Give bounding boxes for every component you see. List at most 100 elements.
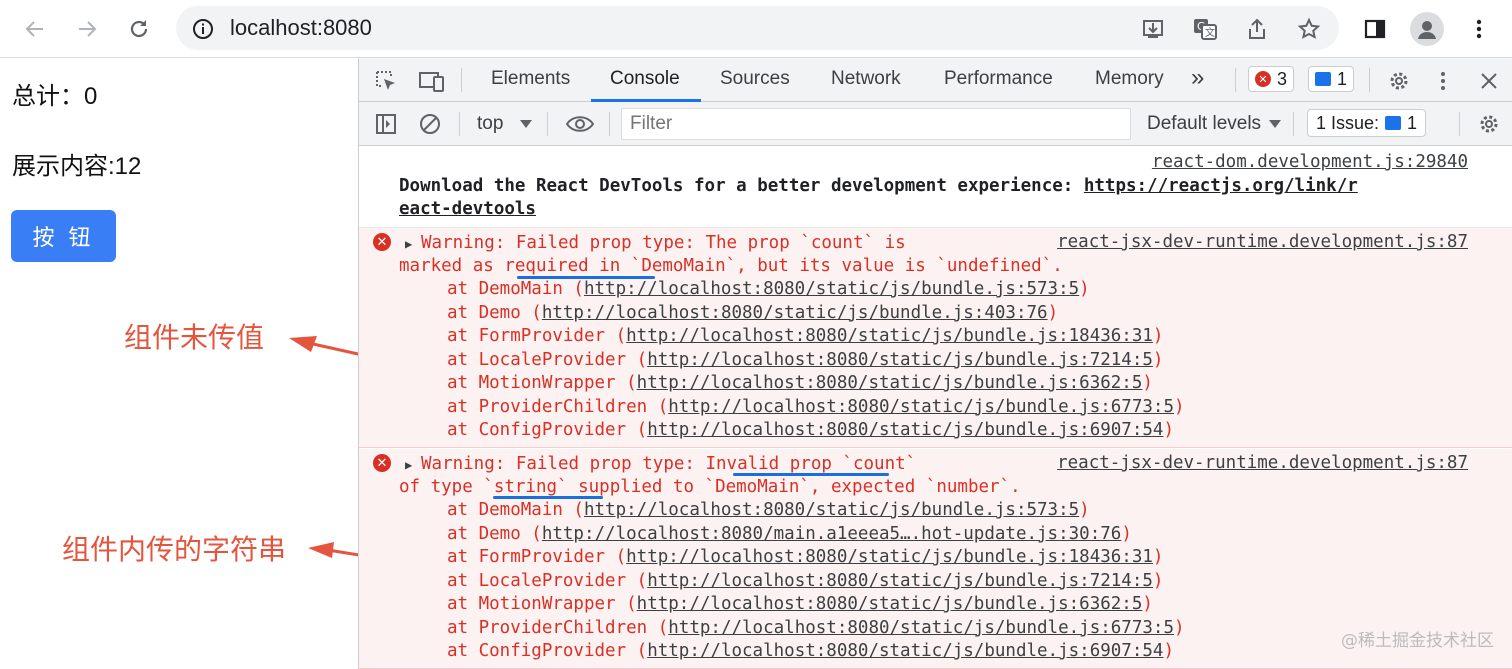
stack-frame: at MotionWrapper (http://localhost:8080/… [447, 372, 1153, 395]
kebab-menu-icon[interactable] [1464, 14, 1494, 44]
stack-frame-end: ) [1079, 500, 1090, 520]
annotation-string-value: 组件内传的字符串 [62, 534, 287, 565]
stack-frame-function: at ConfigProvider ( [447, 641, 648, 661]
stack-frame-end: ) [1152, 570, 1164, 591]
stack-frame: at DemoMain (http://localhost:8080/stati… [447, 278, 1090, 301]
side-panel-icon[interactable] [1360, 14, 1390, 44]
filter-input[interactable] [621, 108, 1131, 140]
stack-frame-end: ) [1163, 420, 1174, 440]
stack-frame-url[interactable]: http://localhost:8080/static/js/bundle.j… [637, 373, 1143, 393]
stack-frame-url[interactable]: http://localhost:8080/static/js/bundle.j… [626, 547, 1153, 567]
translate-icon[interactable]: G文 [1192, 16, 1218, 42]
stack-frame-url[interactable]: http://localhost:8080/static/js/bundle.j… [668, 618, 1174, 638]
stack-frame: at DemoMain (http://localhost:8080/stati… [447, 499, 1090, 522]
levels-chevron-down-icon[interactable] [1268, 114, 1282, 134]
annotation-no-value: 组件未传值 [124, 322, 265, 353]
close-icon[interactable] [1475, 67, 1503, 95]
expand-triangle-icon[interactable]: ▶ [405, 237, 412, 251]
stack-frame: at LocaleProvider (http://localhost:8080… [447, 349, 1163, 372]
warning-text-cont: of type `string` supplied to `DemoMain`,… [399, 477, 1021, 497]
clear-console-icon[interactable] [417, 111, 443, 137]
stack-frame-url[interactable]: http://localhost:8080/static/js/bundle.j… [647, 420, 1163, 440]
stack-frame-function: at MotionWrapper ( [447, 373, 637, 393]
error-icon: ✕ [373, 454, 391, 472]
stack-frame-function: at ProviderChildren ( [447, 396, 669, 417]
stack-frame-end: ) [1174, 396, 1185, 417]
action-button[interactable]: 按 钮 [11, 210, 116, 262]
bookmark-star-icon[interactable] [1296, 16, 1322, 42]
more-tabs-icon[interactable]: » [1191, 64, 1204, 92]
tab-network[interactable]: Network [831, 68, 901, 90]
forward-arrow-icon[interactable] [72, 14, 102, 44]
chevron-down-icon[interactable] [519, 114, 533, 134]
info-text: Download the React DevTools for a better… [399, 175, 1358, 198]
devtools-menu-icon[interactable] [1431, 67, 1455, 95]
install-icon[interactable] [1140, 16, 1166, 42]
device-toolbar-icon[interactable] [417, 68, 447, 94]
site-info-icon[interactable] [190, 16, 216, 42]
stack-frame-url[interactable]: http://localhost:8080/static/js/bundle.j… [584, 279, 1079, 299]
highlight-underline [733, 473, 889, 476]
stack-frame-end: ) [1047, 302, 1059, 323]
warning-text-cont: marked as required in `DemoMain`, but it… [399, 256, 1063, 276]
stack-frame: at FormProvider (http://localhost:8080/s… [447, 546, 1163, 569]
tab-performance[interactable]: Performance [944, 68, 1053, 90]
url-text[interactable]: localhost:8080 [230, 15, 372, 41]
warning-text: Warning: Failed prop type: The prop `cou… [421, 233, 906, 253]
message-count-badge[interactable]: 1 [1308, 66, 1355, 92]
log-levels-dropdown[interactable]: Default levels [1147, 113, 1261, 135]
stack-frame: at Demo (http://localhost:8080/main.a1ee… [447, 523, 1132, 546]
stack-frame-function: at DemoMain ( [447, 279, 584, 299]
stack-frame-end: ) [1079, 279, 1090, 299]
stack-frame-function: at LocaleProvider ( [447, 349, 648, 370]
message-icon [1315, 72, 1331, 86]
profile-icon[interactable] [1410, 12, 1444, 46]
address-bar[interactable]: localhost:8080 G文 [176, 6, 1339, 50]
devtools-tabbar: Elements Console Sources Network Perform… [359, 58, 1512, 102]
tab-console[interactable]: Console [610, 68, 680, 90]
live-expression-eye-icon[interactable] [563, 110, 597, 138]
message-count: 1 [1337, 68, 1348, 89]
stack-frame: at MotionWrapper (http://localhost:8080/… [447, 593, 1153, 616]
stack-frame-url[interactable]: http://localhost:8080/static/js/bundle.j… [647, 350, 1153, 370]
tab-sources[interactable]: Sources [720, 68, 790, 90]
settings-gear-icon[interactable] [1385, 67, 1413, 95]
stack-frame-url[interactable]: http://localhost:8080/static/js/bundle.j… [626, 326, 1153, 346]
tab-elements[interactable]: Elements [491, 68, 570, 90]
stack-frame-function: at MotionWrapper ( [447, 594, 637, 614]
issues-count: 1 [1407, 112, 1418, 133]
stack-frame-url[interactable]: http://localhost:8080/static/js/bundle.j… [647, 641, 1163, 661]
stack-frame: at ProviderChildren (http://localhost:80… [447, 396, 1185, 419]
inspect-element-icon[interactable] [373, 68, 399, 94]
stack-frame-url[interactable]: http://localhost:8080/main.a1eeea5….hot-… [542, 524, 1121, 544]
error-count-badge[interactable]: ✕ 3 [1248, 66, 1295, 92]
stack-frame-end: ) [1121, 523, 1132, 544]
console-message-info: react-dom.development.js:29840 Download … [359, 146, 1512, 228]
tab-memory[interactable]: Memory [1095, 68, 1164, 90]
back-arrow-icon[interactable] [20, 14, 50, 44]
console-settings-gear-icon[interactable] [1475, 110, 1503, 138]
stack-frame: at Demo (http://localhost:8080/static/js… [447, 302, 1058, 325]
stack-frame-url[interactable]: http://localhost:8080/static/js/bundle.j… [584, 500, 1079, 520]
devtools-link-part2[interactable]: eact-devtools [399, 199, 536, 219]
stack-frame-url[interactable]: http://localhost:8080/static/js/bundle.j… [637, 594, 1143, 614]
expand-triangle-icon[interactable]: ▶ [405, 458, 412, 472]
source-link[interactable]: react-jsx-dev-runtime.development.js:87 [1057, 453, 1468, 473]
stack-frame-end: ) [1152, 547, 1164, 567]
stack-frame: at ConfigProvider (http://localhost:8080… [447, 419, 1174, 442]
reload-icon[interactable] [124, 14, 154, 44]
stack-frame-url[interactable]: http://localhost:8080/static/js/bundle.j… [668, 397, 1174, 417]
stack-frame-url[interactable]: http://localhost:8080/static/js/bundle.j… [542, 303, 1048, 323]
issues-button[interactable]: 1 Issue: 1 [1307, 109, 1427, 137]
share-icon[interactable] [1244, 16, 1270, 42]
app-viewport: 总计：0 展示内容:12 按 钮 组件未传值 组件内传的字符串 [0, 58, 391, 669]
context-selector[interactable]: top [477, 113, 503, 135]
source-link[interactable]: react-jsx-dev-runtime.development.js:87 [1057, 232, 1468, 252]
error-icon: ✕ [1255, 71, 1271, 87]
source-link[interactable]: react-dom.development.js:29840 [1152, 152, 1468, 172]
sidebar-toggle-icon[interactable] [373, 111, 399, 137]
display-content-text: 展示内容:12 [12, 153, 142, 180]
stack-frame-url[interactable]: http://localhost:8080/static/js/bundle.j… [647, 571, 1153, 591]
devtools-link-part1[interactable]: https://reactjs.org/link/r [1084, 176, 1358, 196]
browser-toolbar: localhost:8080 G文 [0, 0, 1512, 58]
